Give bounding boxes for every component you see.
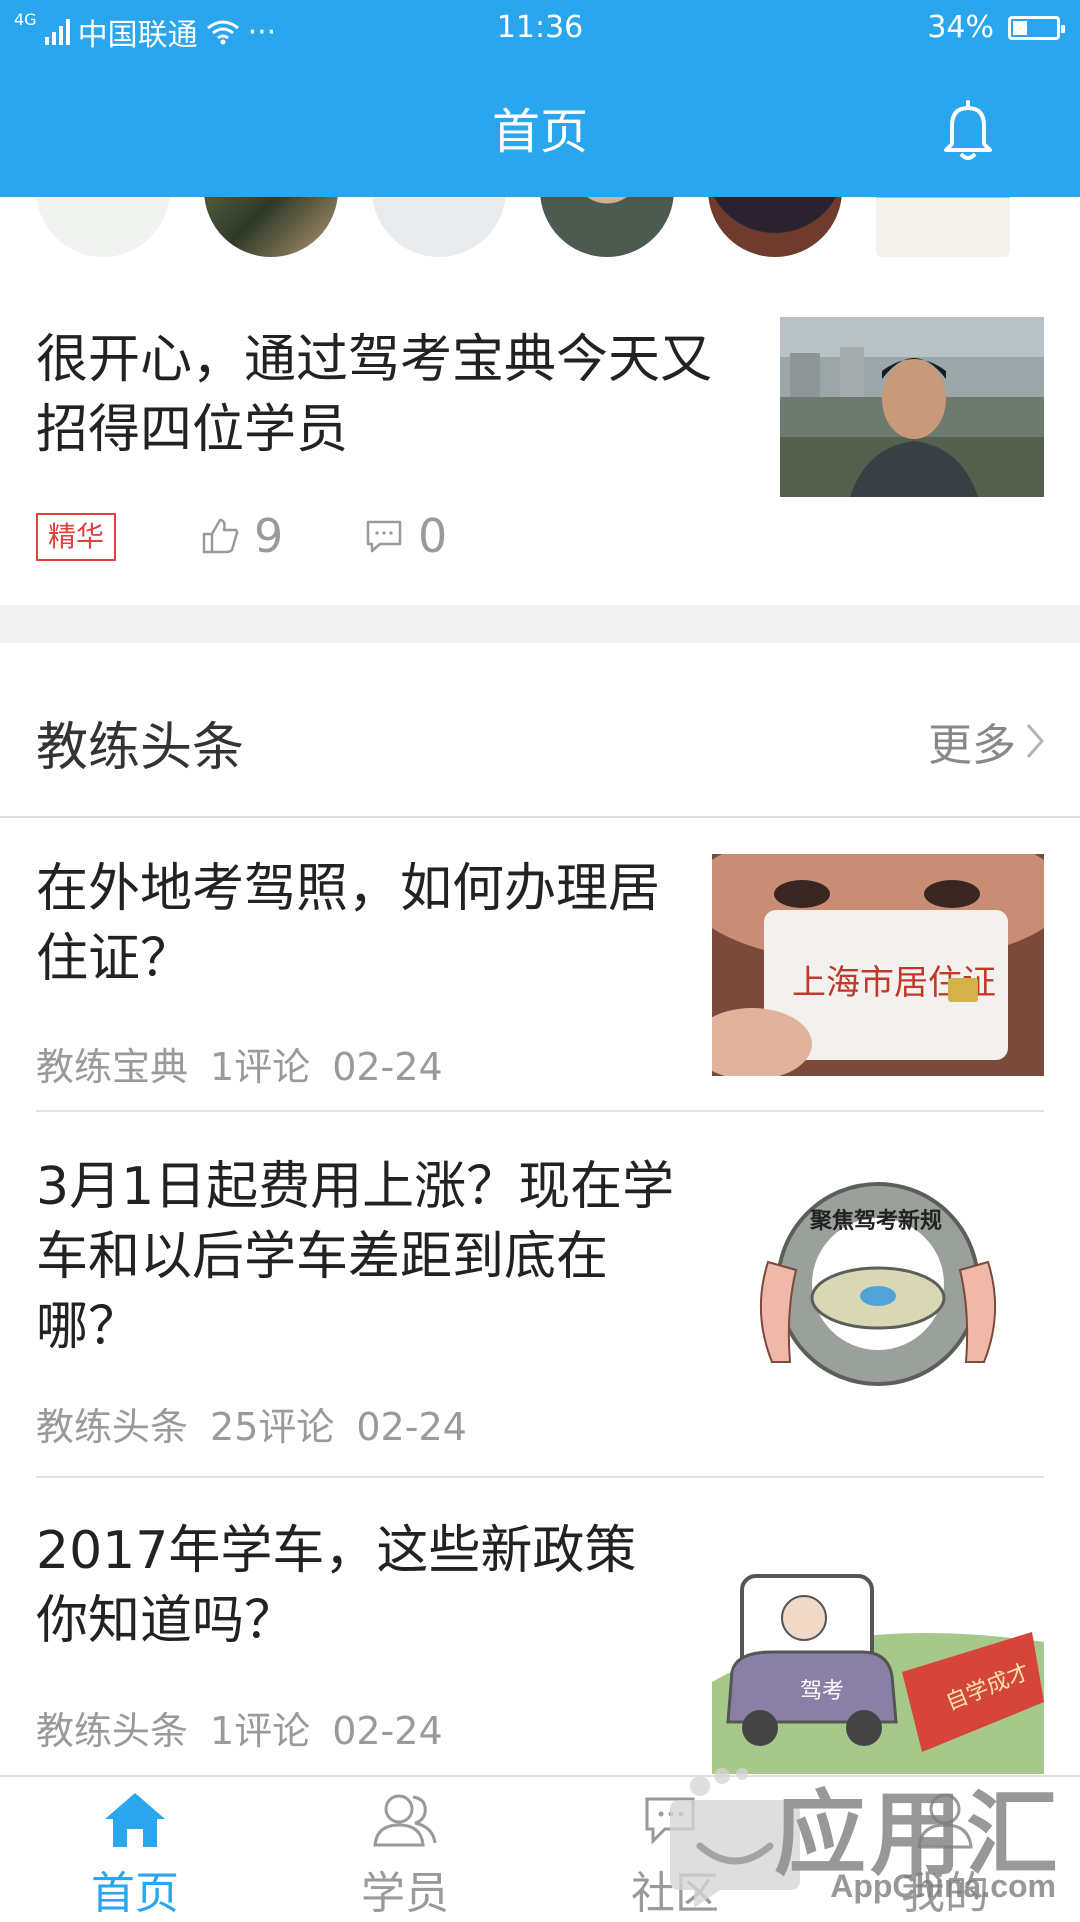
post-title[interactable]: 很开心，通过驾考宝典今天又招得四位学员 (36, 325, 726, 465)
status-time: 11:36 (496, 10, 584, 45)
avatar[interactable] (876, 197, 1010, 257)
more-link[interactable]: 更多 (928, 709, 1046, 773)
article-item[interactable]: 在外地考驾照，如何办理居住证？ 教练宝典 1评论 02-24 上海市居住证 (0, 816, 1080, 1110)
article-comments: 1评论 (210, 1709, 311, 1753)
article-item[interactable]: 3月1日起费用上涨？现在学车和以后学车差距到底在哪？ 教练头条 25评论 02-24… (0, 1112, 1080, 1476)
article-date: 02-24 (332, 1045, 443, 1089)
article-thumbnail[interactable]: 上海市居住证 (712, 854, 1044, 1076)
article-item[interactable]: 2017年学车，这些新政策你知道吗？ 教练头条 1评论 02-24 自学成才 驾考 (0, 1478, 1080, 1774)
comment-stat[interactable]: 0 (364, 509, 447, 563)
battery-percent: 34% (927, 10, 994, 45)
article-thumbnail[interactable]: 聚焦驾考新规 (712, 1172, 1044, 1394)
residence-card-image: 上海市居住证 (712, 854, 1044, 1076)
comment-icon (366, 520, 402, 553)
section-gap (0, 605, 1080, 643)
watermark-sub: AppChina.com (830, 1868, 1056, 1904)
article-date: 02-24 (332, 1709, 443, 1753)
top-bar: 4G 中国联通 ··· 11:36 34% 首页 (0, 0, 1080, 197)
avatar[interactable] (708, 197, 842, 257)
article-source: 教练头条 (36, 1405, 189, 1449)
battery-icon (1008, 15, 1065, 40)
cartoon-car-image: 自学成才 驾考 (712, 1574, 1044, 1774)
article-date: 02-24 (356, 1405, 467, 1449)
article-comments: 25评论 (210, 1405, 335, 1449)
bell-icon[interactable] (940, 98, 996, 162)
wheel-text: 聚焦驾考新规 (809, 1208, 942, 1234)
article-title[interactable]: 3月1日起费用上涨？现在学车和以后学车差距到底在哪？ (36, 1152, 676, 1362)
avatar[interactable] (204, 197, 338, 257)
chevron-right-icon (1026, 724, 1044, 758)
article-comments: 1评论 (210, 1045, 311, 1089)
article-title[interactable]: 2017年学车，这些新政策你知道吗？ (36, 1516, 676, 1656)
article-meta: 教练头条 25评论 02-24 (36, 1396, 489, 1451)
tab-home[interactable]: 首页 (0, 1777, 270, 1922)
tab-label: 首页 (91, 1868, 179, 1919)
tab-label: 学员 (361, 1868, 449, 1919)
like-stat[interactable]: 9 (200, 509, 283, 563)
status-right: 34% (927, 10, 1065, 45)
page-title: 首页 (491, 104, 588, 160)
home-icon (105, 1793, 165, 1847)
battery-fill (1013, 20, 1027, 35)
article-meta: 教练宝典 1评论 02-24 (36, 1036, 465, 1091)
article-source: 教练头条 (36, 1709, 189, 1753)
avatar[interactable] (372, 197, 506, 257)
car-text: 驾考 (800, 1679, 844, 1704)
like-count: 9 (254, 509, 284, 563)
avatar-strip (0, 197, 1080, 257)
watermark: 应用汇 AppChina.com (650, 1760, 1070, 1910)
post-image[interactable] (780, 317, 1044, 497)
more-label: 更多 (928, 720, 1016, 771)
post-photo (780, 317, 1044, 497)
featured-post[interactable]: 很开心，通过驾考宝典今天又招得四位学员 精华 9 0 (0, 257, 1080, 605)
section-header: 教练头条 更多 (0, 643, 1080, 818)
status-bar: 4G 中国联通 ··· 11:36 34% (0, 0, 1080, 56)
avatar[interactable] (36, 197, 170, 257)
section-title: 教练头条 (36, 718, 245, 778)
avatar[interactable] (540, 197, 674, 257)
steering-wheel-image: 聚焦驾考新规 (759, 1182, 997, 1386)
essence-tag: 精华 (36, 513, 117, 561)
thumbs-up-icon (202, 518, 239, 554)
article-source: 教练宝典 (36, 1045, 189, 1089)
article-thumbnail[interactable]: 自学成才 驾考 (712, 1552, 1044, 1774)
tab-students[interactable]: 学员 (270, 1777, 540, 1922)
comment-count: 0 (418, 509, 448, 563)
article-title[interactable]: 在外地考驾照，如何办理居住证？ (36, 854, 676, 994)
students-icon (373, 1794, 437, 1847)
article-meta: 教练头条 1评论 02-24 (36, 1700, 465, 1755)
